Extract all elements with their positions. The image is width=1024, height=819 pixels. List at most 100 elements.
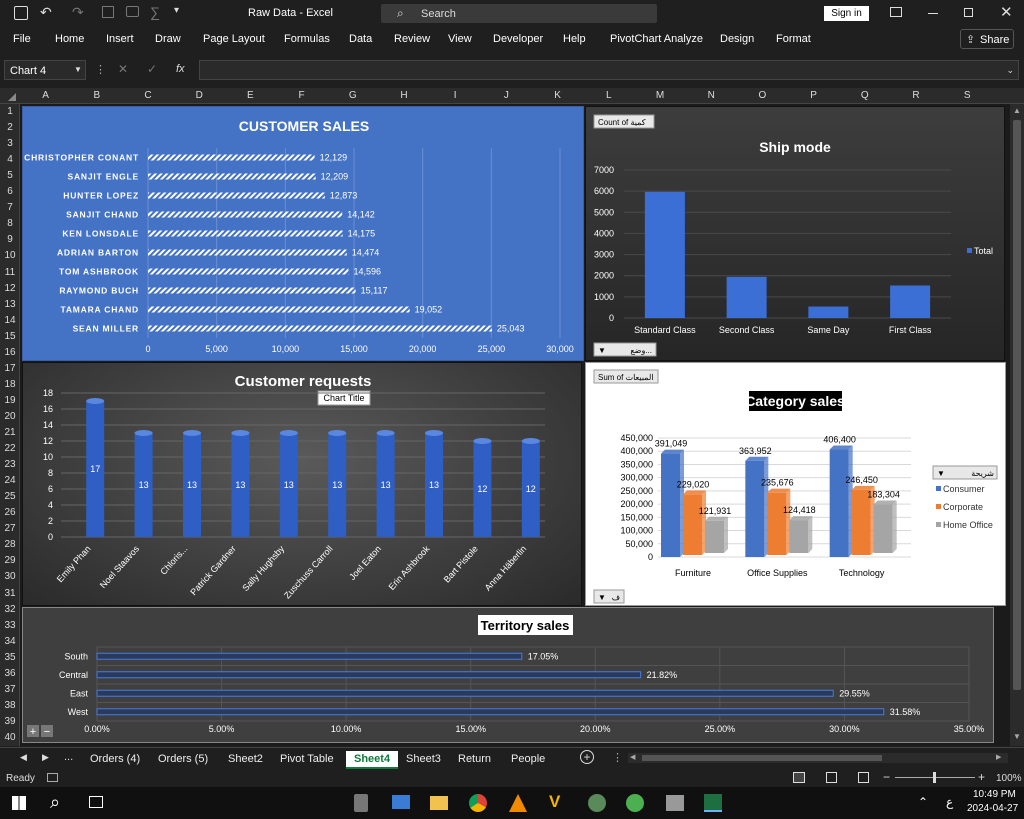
row-header-39[interactable]: 39 (0, 716, 20, 727)
row-header-26[interactable]: 26 (0, 507, 20, 518)
column-header-R[interactable]: R (890, 90, 941, 101)
enter-icon[interactable]: ✓ (147, 62, 157, 76)
row-header-34[interactable]: 34 (0, 636, 20, 647)
expand-formula-icon[interactable]: ⌄ (1006, 65, 1014, 76)
scroll-up-icon[interactable]: ▲ (1013, 106, 1021, 115)
row-header-19[interactable]: 19 (0, 395, 20, 406)
vertical-scrollbar[interactable]: ▲ ▼ (1010, 104, 1024, 746)
customer-sales-chart[interactable]: CUSTOMER SALES 0 5,000 10,000 15,000 20,000 25… (22, 106, 584, 361)
row-header-13[interactable]: 13 (0, 299, 20, 310)
sheet-tab-return[interactable]: Return (450, 751, 499, 769)
column-header-H[interactable]: H (378, 90, 429, 101)
menu-home[interactable]: Home (55, 33, 84, 45)
hscroll-right-icon[interactable]: ▶ (996, 753, 1001, 761)
sheet-tab-people[interactable]: People (503, 751, 553, 769)
tab-scroll-left-icon[interactable]: ◀ (20, 752, 27, 763)
restore-icon[interactable] (964, 8, 973, 17)
input-language[interactable]: ع (946, 795, 953, 809)
menu-pivotchart-analyze[interactable]: PivotChart Analyze (610, 33, 703, 45)
row-header-1[interactable]: 1 (0, 106, 20, 117)
row-header-28[interactable]: 28 (0, 539, 20, 550)
column-header-K[interactable]: K (532, 90, 583, 101)
search-taskbar-icon[interactable]: ⌕ (50, 792, 60, 813)
more-options-icon[interactable]: ⋮ (95, 63, 106, 76)
category-sales-chart[interactable]: Sum of المبيعات Category sales 0 50,000 100,… (585, 362, 1006, 606)
column-header-E[interactable]: E (225, 90, 276, 101)
zoom-in-icon[interactable]: + (978, 770, 985, 784)
row-header-38[interactable]: 38 (0, 700, 20, 711)
row-header-5[interactable]: 5 (0, 170, 20, 181)
row-header-4[interactable]: 4 (0, 154, 20, 165)
column-header-J[interactable]: J (481, 90, 532, 101)
row-header-23[interactable]: 23 (0, 459, 20, 470)
ship-mode-chart[interactable]: Count of كمية Ship mode 0 1000 2000 3000 4000 5… (585, 106, 1005, 361)
menu-format[interactable]: Format (776, 33, 811, 45)
more-tabs-icon[interactable]: ... (64, 751, 73, 763)
page-layout-view-icon[interactable] (826, 772, 837, 783)
search-box[interactable]: ⌕ Search (381, 4, 657, 23)
menu-file[interactable]: File (13, 33, 31, 45)
insert-function-icon[interactable]: fx (176, 63, 185, 75)
formula-input[interactable]: ⌄ (199, 60, 1019, 80)
row-header-18[interactable]: 18 (0, 379, 20, 390)
menu-formulas[interactable]: Formulas (284, 33, 330, 45)
column-header-P[interactable]: P (788, 90, 839, 101)
column-header-A[interactable]: A (20, 90, 71, 101)
column-header-Q[interactable]: Q (839, 90, 890, 101)
hscroll-thumb[interactable] (642, 755, 882, 761)
app-icon[interactable] (666, 795, 684, 811)
column-header-L[interactable]: L (583, 90, 634, 101)
undo-icon[interactable]: ↶ (40, 4, 52, 21)
redo-icon[interactable]: ↷ (72, 4, 84, 21)
row-header-10[interactable]: 10 (0, 250, 20, 261)
row-header-21[interactable]: 21 (0, 427, 20, 438)
horizontal-scrollbar[interactable]: ◀ ▶ (628, 753, 1008, 763)
sign-in-button[interactable]: Sign in (824, 6, 869, 21)
clock-time[interactable]: 10:49 PM (973, 789, 1016, 800)
menu-insert[interactable]: Insert (106, 33, 134, 45)
chevron-down-icon[interactable]: ▼ (74, 65, 82, 74)
save-icon[interactable] (14, 6, 28, 20)
zoom-level[interactable]: 100% (996, 773, 1022, 784)
worksheet-grid[interactable]: CUSTOMER SALES 0 5,000 10,000 15,000 20,000 25… (20, 104, 1010, 746)
excel-taskbar-icon[interactable] (704, 794, 722, 812)
row-header-27[interactable]: 27 (0, 523, 20, 534)
row-header-40[interactable]: 40 (0, 732, 20, 743)
sheet-tab-sheet4[interactable]: Sheet4 (346, 751, 399, 769)
row-header-14[interactable]: 14 (0, 315, 20, 326)
column-header-G[interactable]: G (327, 90, 378, 101)
page-break-view-icon[interactable] (858, 772, 869, 783)
hscroll-left-icon[interactable]: ◀ (630, 753, 635, 761)
column-header-N[interactable]: N (686, 90, 737, 101)
territory-sales-chart[interactable]: Territory sales 0.00% 5.00% 10.00% 15.00% 20.… (22, 607, 994, 743)
share-button[interactable]: ⇪ Share (960, 29, 1014, 49)
task-view-icon[interactable] (89, 796, 103, 808)
customize-qat-icon[interactable]: ▾ (174, 5, 179, 16)
windows-start-icon[interactable] (12, 796, 26, 810)
name-box[interactable]: Chart 4 ▼ (4, 60, 86, 80)
menu-draw[interactable]: Draw (155, 33, 181, 45)
close-icon[interactable]: ✕ (1000, 3, 1013, 21)
row-header-37[interactable]: 37 (0, 684, 20, 695)
quick-access-icon[interactable] (102, 6, 114, 18)
row-header-12[interactable]: 12 (0, 283, 20, 294)
clock-date[interactable]: 2024-04-27 (967, 803, 1018, 814)
row-header-9[interactable]: 9 (0, 234, 20, 245)
column-header-O[interactable]: O (737, 90, 788, 101)
add-sheet-icon[interactable]: + (580, 750, 594, 764)
row-header-17[interactable]: 17 (0, 363, 20, 374)
chrome-icon[interactable] (469, 794, 487, 812)
accessibility-icon[interactable] (47, 773, 58, 782)
calculator-icon[interactable] (354, 794, 368, 812)
row-header-8[interactable]: 8 (0, 218, 20, 229)
sheet-tab-orders-5-[interactable]: Orders (5) (150, 751, 216, 769)
sheet-tab-orders-4-[interactable]: Orders (4) (82, 751, 148, 769)
row-header-11[interactable]: 11 (0, 267, 20, 278)
camera-icon[interactable] (126, 6, 139, 17)
customer-requests-chart[interactable]: Customer requests Chart Title 0 2 4 6 8 10 12 14 1… (22, 362, 582, 606)
row-header-20[interactable]: 20 (0, 411, 20, 422)
sum-icon[interactable]: ∑ (150, 4, 160, 20)
column-header-M[interactable]: M (634, 90, 685, 101)
row-header-2[interactable]: 2 (0, 122, 20, 133)
select-all-icon[interactable] (8, 93, 16, 101)
